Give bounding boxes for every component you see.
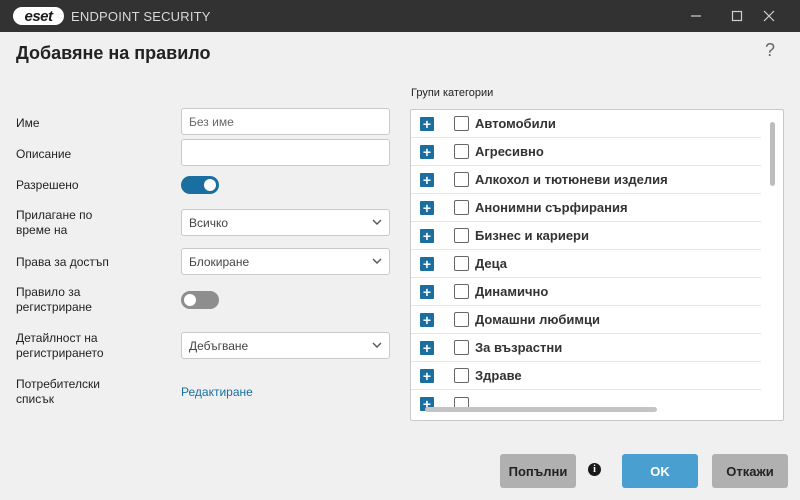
edit-user-list-link[interactable]: Редактиране: [181, 385, 253, 399]
list-item[interactable]: + Агресивно: [411, 138, 761, 166]
verbosity-label-line1: Детайлност на: [16, 331, 98, 345]
category-label: Агресивно: [475, 144, 544, 159]
expand-icon[interactable]: +: [420, 144, 434, 159]
logging-label-line2: регистриране: [16, 300, 92, 314]
name-label: Име: [16, 116, 40, 130]
apply-time-label: Прилагане по време на: [16, 208, 92, 238]
category-list[interactable]: + Автомобили + Агресивно + Алкохол и тют…: [410, 109, 784, 421]
category-label: Автомобили: [475, 116, 556, 131]
info-icon[interactable]: i: [588, 463, 601, 476]
category-checkbox[interactable]: [454, 340, 469, 355]
category-checkbox[interactable]: [454, 368, 469, 383]
expand-icon[interactable]: +: [420, 172, 434, 187]
verbosity-label-line2: регистрирането: [16, 346, 104, 360]
category-checkbox[interactable]: [454, 228, 469, 243]
toggle-knob: [204, 179, 216, 191]
category-checkbox[interactable]: [454, 116, 469, 131]
verbosity-label: Детайлност на регистрирането: [16, 331, 104, 361]
apply-time-value: Всичко: [189, 215, 229, 230]
eset-logo: eset: [13, 7, 64, 25]
category-checkbox[interactable]: [454, 200, 469, 215]
expand-icon[interactable]: +: [420, 200, 434, 215]
logging-label: Правило за регистриране: [16, 285, 92, 315]
verbosity-select[interactable]: Дебъгване: [181, 332, 390, 359]
list-item[interactable]: + Деца: [411, 250, 761, 278]
ok-button[interactable]: OK: [622, 454, 698, 488]
description-input[interactable]: [181, 139, 390, 166]
logo-text: eset: [24, 7, 53, 25]
horizontal-scrollbar[interactable]: [425, 407, 657, 412]
list-item[interactable]: + Бизнес и кариери: [411, 222, 761, 250]
expand-icon[interactable]: +: [420, 256, 434, 271]
category-checkbox[interactable]: [454, 284, 469, 299]
toggle-knob: [184, 294, 196, 306]
close-icon[interactable]: [758, 6, 780, 26]
vertical-scrollbar[interactable]: [770, 122, 775, 186]
logging-label-line1: Правило за: [16, 285, 81, 299]
category-checkbox[interactable]: [454, 256, 469, 271]
apply-time-label-line2: време на: [16, 223, 68, 237]
apply-time-label-line1: Прилагане по: [16, 208, 93, 222]
access-label: Права за достъп: [16, 255, 109, 269]
expand-icon[interactable]: +: [420, 368, 434, 383]
apply-time-select[interactable]: Всичко: [181, 209, 390, 236]
name-input[interactable]: Без име: [181, 108, 390, 135]
logging-toggle[interactable]: [181, 291, 219, 309]
help-icon[interactable]: ?: [765, 40, 775, 61]
category-groups-label: Групи категории: [411, 87, 494, 99]
expand-icon[interactable]: +: [420, 312, 434, 327]
list-item[interactable]: + Здраве: [411, 362, 761, 390]
access-select[interactable]: Блокиране: [181, 248, 390, 275]
list-item[interactable]: + Автомобили: [411, 110, 761, 138]
expand-icon[interactable]: +: [420, 228, 434, 243]
category-checkbox[interactable]: [454, 144, 469, 159]
dialog-title: Добавяне на правило: [16, 43, 211, 63]
category-label: Бизнес и кариери: [475, 228, 589, 243]
chevron-down-icon: [372, 342, 382, 348]
chevron-down-icon: [372, 219, 382, 225]
user-list-label-line2: списък: [16, 392, 54, 406]
list-item[interactable]: + Домашни любимци: [411, 306, 761, 334]
list-item[interactable]: + Анонимни сърфирания: [411, 194, 761, 222]
title-bar: eset ENDPOINT SECURITY: [0, 0, 800, 32]
list-item[interactable]: + Динамично: [411, 278, 761, 306]
minimize-icon[interactable]: [685, 6, 707, 26]
category-label: Здраве: [475, 368, 522, 383]
list-item[interactable]: + Алкохол и тютюневи изделия: [411, 166, 761, 194]
list-item[interactable]: + За възрастни: [411, 334, 761, 362]
chevron-down-icon: [372, 258, 382, 264]
maximize-icon[interactable]: [726, 6, 748, 26]
populate-button[interactable]: Попълни: [500, 454, 576, 488]
category-label: Домашни любимци: [475, 312, 600, 327]
enabled-toggle[interactable]: [181, 176, 219, 194]
cancel-button[interactable]: Откажи: [712, 454, 788, 488]
expand-icon[interactable]: +: [420, 340, 434, 355]
app-title: ENDPOINT SECURITY: [71, 9, 211, 24]
category-label: Анонимни сърфирания: [475, 200, 628, 215]
category-label: Динамично: [475, 284, 549, 299]
user-list-label: Потребителски списък: [16, 377, 100, 407]
expand-icon[interactable]: +: [420, 284, 434, 299]
enabled-label: Разрешено: [16, 178, 79, 192]
category-checkbox[interactable]: [454, 172, 469, 187]
user-list-label-line1: Потребителски: [16, 377, 100, 391]
category-label: За възрастни: [475, 340, 563, 355]
list-item-partial[interactable]: +: [411, 390, 761, 418]
access-value: Блокиране: [189, 254, 250, 269]
category-label: Деца: [475, 256, 508, 271]
category-label: Алкохол и тютюневи изделия: [475, 172, 668, 187]
description-label: Описание: [16, 147, 72, 161]
expand-icon[interactable]: +: [420, 116, 434, 131]
verbosity-value: Дебъгване: [189, 338, 249, 353]
category-checkbox[interactable]: [454, 312, 469, 327]
